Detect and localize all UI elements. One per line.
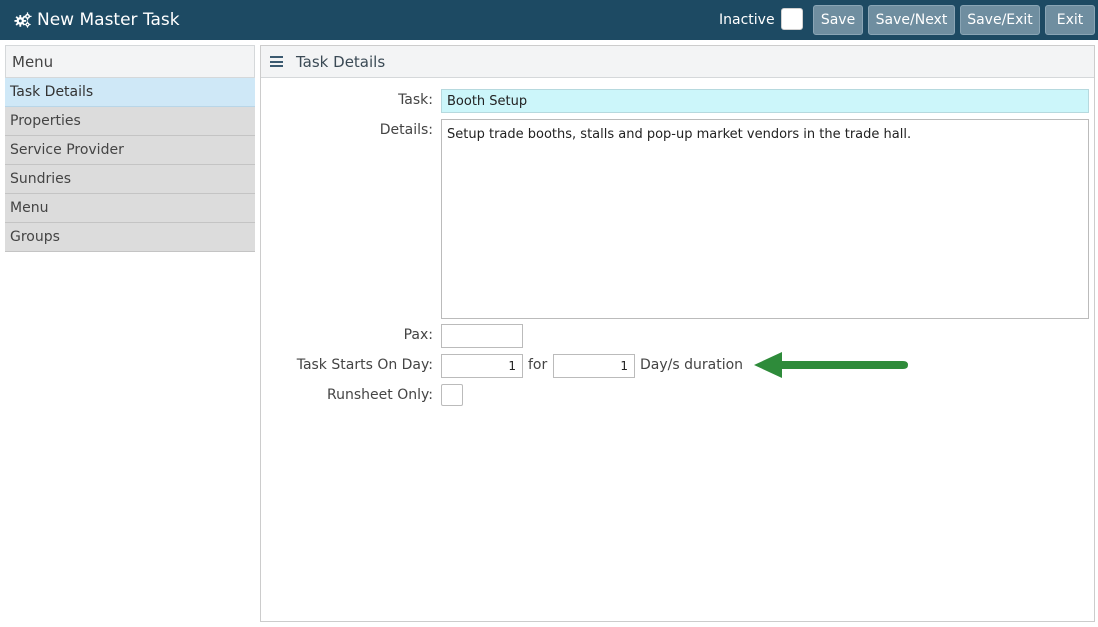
hamburger-icon[interactable] [270,56,283,67]
task-label: Task: [398,92,433,108]
save-exit-button[interactable]: Save/Exit [960,5,1040,35]
runsheet-checkbox[interactable] [441,384,463,406]
sidebar-item-task-details[interactable]: Task Details [5,78,255,107]
sidebar-menu: Menu Task Details Properties Service Pro… [5,45,255,252]
sidebar-item-sundries[interactable]: Sundries [5,165,255,194]
task-input[interactable] [441,89,1089,113]
inactive-label: Inactive [719,12,775,28]
duration-text: Day/s duration [640,357,744,373]
save-next-button[interactable]: Save/Next [868,5,955,35]
cogs-icon [14,12,32,28]
page-title: New Master Task [14,0,180,40]
sidebar-title: Menu [5,45,255,78]
sidebar-item-menu[interactable]: Menu [5,194,255,223]
page-title-text: New Master Task [37,10,180,30]
save-button[interactable]: Save [813,5,863,35]
details-textarea[interactable]: Setup trade booths, stalls and pop-up ma… [441,119,1089,319]
sidebar-item-service-provider[interactable]: Service Provider [5,136,255,165]
panel-title: Task Details [296,52,386,71]
start-day-input[interactable] [441,354,523,378]
arrow-left-icon [754,352,908,378]
panel-header: Task Details [261,46,1094,78]
details-label: Details: [379,122,433,138]
exit-button[interactable]: Exit [1045,5,1095,35]
task-starts-label: Task Starts On Day: [296,357,433,373]
task-details-panel: Task Details Task: Details: Setup trade … [260,45,1095,622]
runsheet-label: Runsheet Only: [327,387,433,403]
for-text: for [528,357,548,373]
sidebar-item-properties[interactable]: Properties [5,107,255,136]
app-header: New Master Task Inactive Save Save/Next … [0,0,1098,40]
inactive-checkbox[interactable] [781,8,803,30]
pax-label: Pax: [403,327,433,343]
sidebar-item-groups[interactable]: Groups [5,223,255,252]
pax-input[interactable] [441,324,523,348]
duration-input[interactable] [553,354,635,378]
